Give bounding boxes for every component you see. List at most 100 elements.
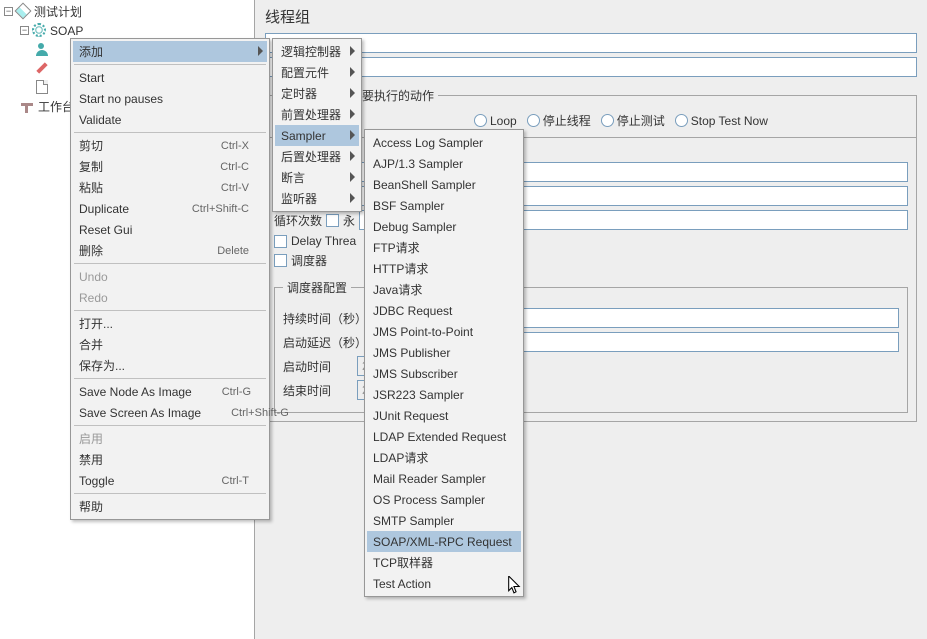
menu-accel: Ctrl+Shift-C [182,203,249,215]
menu-item[interactable]: Sampler [275,125,359,146]
radio-stop-now[interactable]: Stop Test Now [675,114,768,128]
tree-row-root[interactable]: − 测试计划 [0,2,254,21]
collapse-icon[interactable]: − [4,7,13,16]
menu-label: JMS Subscriber [373,367,503,381]
menu-item[interactable]: JMS Subscriber [367,363,521,384]
name-input[interactable] [265,33,917,53]
comment-input[interactable] [265,57,917,77]
menu-item[interactable]: 保存为... [73,355,267,376]
menu-item[interactable]: Access Log Sampler [367,132,521,153]
tree-label-workbench: 工作台 [38,98,74,115]
menu-item[interactable]: FTP请求 [367,237,521,258]
menu-item[interactable]: BeanShell Sampler [367,174,521,195]
menu-accel: Delete [207,245,249,257]
radio-row: Loop 停止线程 停止测试 Stop Test Now [274,112,908,129]
radio-stop-test[interactable]: 停止测试 [601,112,665,129]
collapse-icon[interactable]: − [20,26,29,35]
menu-label: FTP请求 [373,239,503,256]
menu-item[interactable]: ToggleCtrl-T [73,470,267,491]
menu-item[interactable]: 配置元件 [275,62,359,83]
menu-item[interactable]: TCP取样器 [367,552,521,573]
menu-item[interactable]: 复制Ctrl-C [73,156,267,177]
menu-label: Test Action [373,577,503,591]
menu-label: 禁用 [79,451,249,468]
menu-item[interactable]: 定时器 [275,83,359,104]
menu-item[interactable]: JSR223 Sampler [367,384,521,405]
menu-item[interactable]: Start [73,67,267,88]
menu-item[interactable]: 逻辑控制器 [275,41,359,62]
scheduler-checkbox[interactable] [274,254,287,267]
scheduler-label: 调度器 [291,252,327,269]
menu-item[interactable]: Mail Reader Sampler [367,468,521,489]
chevron-right-icon [350,67,355,77]
menu-label: Duplicate [79,202,182,216]
menu-label: Save Screen As Image [79,406,221,420]
menu-item[interactable]: Test Action [367,573,521,594]
menu-item[interactable]: Save Node As ImageCtrl-G [73,381,267,402]
menu-item[interactable]: 禁用 [73,449,267,470]
menu-item[interactable]: LDAP请求 [367,447,521,468]
menu-item[interactable]: 粘贴Ctrl-V [73,177,267,198]
menu-label: JMS Point-to-Point [373,325,503,339]
menu-label: Debug Sampler [373,220,503,234]
menu-item[interactable]: AJP/1.3 Sampler [367,153,521,174]
chevron-right-icon [350,151,355,161]
menu-item[interactable]: 帮助 [73,496,267,517]
menu-item[interactable]: 添加 [73,41,267,62]
menu-label: 剪切 [79,137,211,154]
menu-item[interactable]: Reset Gui [73,219,267,240]
menu-item[interactable]: 前置处理器 [275,104,359,125]
menu-accel: Ctrl+Shift-G [221,407,289,419]
menu-item[interactable]: JDBC Request [367,300,521,321]
chevron-right-icon [350,172,355,182]
chevron-right-icon [350,193,355,203]
menu-label: 定时器 [281,85,341,102]
menu-label: BeanShell Sampler [373,178,503,192]
menu-item[interactable]: DuplicateCtrl+Shift-C [73,198,267,219]
menu-label: JDBC Request [373,304,503,318]
menu-item[interactable]: LDAP Extended Request [367,426,521,447]
menu-accel: Ctrl-C [210,161,249,173]
menu-label: 添加 [79,43,249,60]
radio-stop-thread[interactable]: 停止线程 [527,112,591,129]
menu-item[interactable]: Debug Sampler [367,216,521,237]
end-time-label: 结束时间 [283,382,353,399]
menu-label: JSR223 Sampler [373,388,503,402]
scheduler-legend: 调度器配置 [283,279,351,296]
menu-item[interactable]: SOAP/XML-RPC Request [367,531,521,552]
menu-item[interactable]: Validate [73,109,267,130]
menu-item[interactable]: JUnit Request [367,405,521,426]
menu-label: 删除 [79,242,207,259]
menu-label: TCP取样器 [373,554,503,571]
loop-label: 循环次数 [274,212,322,229]
menu-item[interactable]: BSF Sampler [367,195,521,216]
menu-item[interactable]: 合并 [73,334,267,355]
menu-item[interactable]: JMS Point-to-Point [367,321,521,342]
menu-item[interactable]: Java请求 [367,279,521,300]
menu-item[interactable]: 监听器 [275,188,359,209]
radio-loop[interactable]: Loop [474,114,517,128]
menu-label: Access Log Sampler [373,136,503,150]
menu-label: Reset Gui [79,223,249,237]
delay-checkbox[interactable] [274,235,287,248]
forever-label: 永 [343,212,355,229]
menu-item[interactable]: 断言 [275,167,359,188]
forever-checkbox[interactable] [326,214,339,227]
menu-label: AJP/1.3 Sampler [373,157,503,171]
menu-accel: Ctrl-G [212,386,251,398]
menu-item[interactable]: HTTP请求 [367,258,521,279]
menu-item[interactable]: SMTP Sampler [367,510,521,531]
gear-icon [32,23,48,39]
menu-item[interactable]: 打开... [73,313,267,334]
menu-item[interactable]: 删除Delete [73,240,267,261]
menu-item[interactable]: OS Process Sampler [367,489,521,510]
menu-item[interactable]: JMS Publisher [367,342,521,363]
menu-item[interactable]: 剪切Ctrl-X [73,135,267,156]
menu-item[interactable]: Start no pauses [73,88,267,109]
menu-item: 启用 [73,428,267,449]
menu-label: SMTP Sampler [373,514,503,528]
menu-item[interactable]: Save Screen As ImageCtrl+Shift-G [73,402,267,423]
menu-label: OS Process Sampler [373,493,505,507]
page-title: 线程组 [265,6,917,27]
menu-item[interactable]: 后置处理器 [275,146,359,167]
